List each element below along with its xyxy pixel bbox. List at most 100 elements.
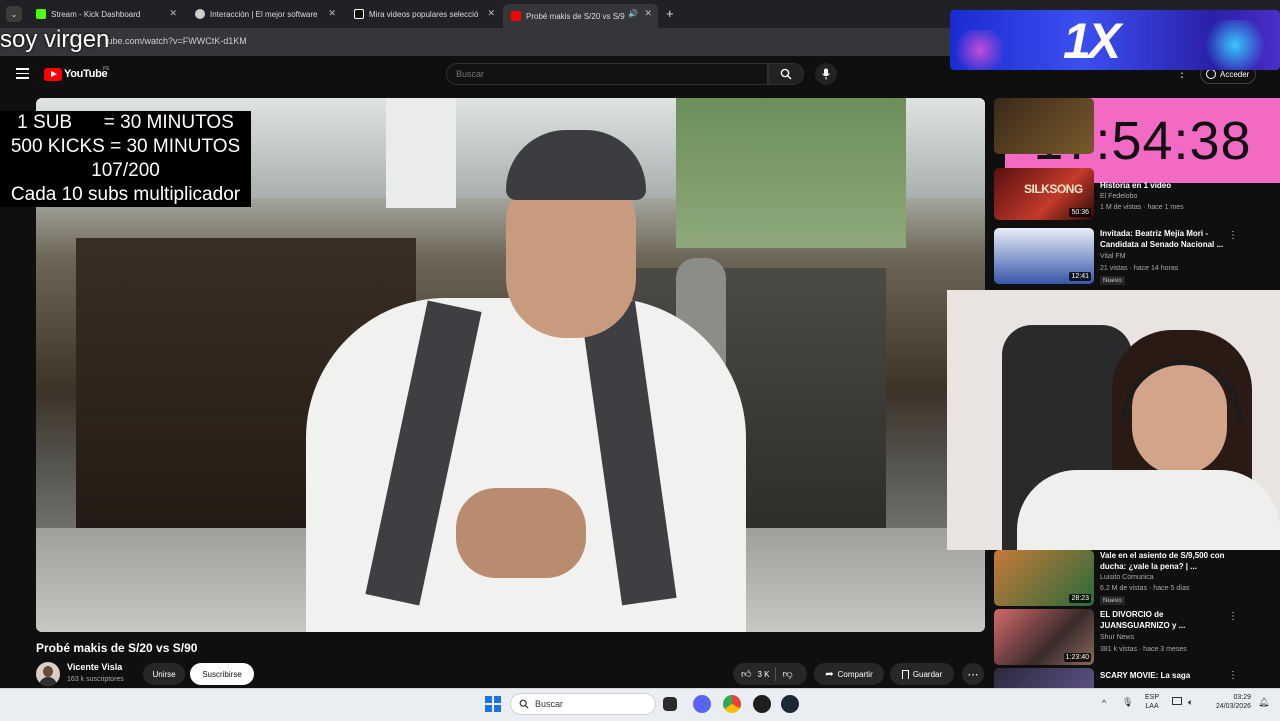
microphone-icon — [822, 68, 830, 80]
youtube-logo-icon[interactable] — [44, 68, 62, 81]
tab-label: Interacción | El mejor software — [210, 9, 318, 19]
discord-icon[interactable] — [693, 695, 711, 713]
taskbar-search[interactable]: Buscar — [510, 693, 656, 715]
tab-label: Probé makis de S/20 vs S/9 — [526, 11, 625, 21]
taskbar-search-label: Buscar — [535, 699, 564, 709]
close-tab-icon[interactable]: ✕ — [487, 8, 495, 19]
close-tab-icon[interactable]: ✕ — [328, 8, 336, 19]
tab-kick-dashboard[interactable]: Stream - Kick Dashboard ✕ — [28, 4, 183, 24]
lang-line: ESP — [1145, 694, 1160, 701]
more-options-icon[interactable]: ⋮ — [1228, 611, 1238, 622]
notification-icon[interactable]: 🔔︎ — [1258, 697, 1269, 708]
search-icon — [780, 68, 792, 80]
recommendation-channel[interactable]: Luisito Comunica — [1100, 574, 1154, 581]
recommendation-item[interactable]: 28:23 Vale en el asiento de S/9,500 con … — [994, 550, 1280, 608]
close-tab-icon[interactable]: ✕ — [169, 8, 177, 19]
taskbar-clock[interactable]: 03:29 24/03/2026 — [1205, 693, 1251, 711]
recommendation-meta: 21 vistas · hace 14 horas — [1100, 265, 1179, 272]
windows-start-icon[interactable] — [485, 696, 501, 712]
subscribe-button[interactable]: Suscribirse — [190, 663, 254, 685]
recommendation-title[interactable]: SCARY MOVIE: La saga — [1100, 670, 1228, 681]
new-badge: Nuevo — [1100, 596, 1125, 605]
recommendation-meta: 381 k vistas · hace 3 meses — [1100, 646, 1187, 653]
overlay-top-text: soy virgen — [0, 26, 110, 53]
recommendation-channel[interactable]: Vital FM — [1100, 253, 1126, 260]
url-text[interactable]: tube.com/watch?v=FWWCtK-d1KM — [105, 36, 247, 46]
recommendation-item[interactable]: 1:23:40 EL DIVORCIO de JUANSGUARNIZO y .… — [994, 609, 1280, 667]
more-actions-button[interactable]: ⋯ — [962, 663, 984, 685]
save-button[interactable]: Guardar — [890, 663, 954, 685]
recommendation-title[interactable]: EL DIVORCIO de JUANSGUARNIZO y ... — [1100, 609, 1228, 631]
speaker-icon[interactable]: 🔊 — [628, 9, 638, 18]
channel-avatar[interactable] — [36, 662, 60, 686]
task-view-icon[interactable] — [663, 697, 677, 711]
video-column — [386, 98, 456, 208]
join-button[interactable]: Unirse — [143, 663, 185, 685]
share-button[interactable]: ➦ Compartir — [814, 663, 884, 685]
recommendation-item[interactable]: 12:41 Invitada: Beatriz Mejía Mori - Can… — [994, 228, 1280, 286]
video-thumbnail[interactable] — [994, 98, 1094, 154]
like-dislike-group[interactable]: 👍︎ 3 K 👎︎ — [733, 663, 807, 685]
recommendation-item[interactable] — [994, 98, 1280, 156]
youtube-icon — [511, 11, 521, 21]
recommendation-item[interactable]: SILKSONG 50:36 Historia en 1 video El Fe… — [994, 168, 1280, 226]
webcam-overlay — [947, 290, 1280, 550]
like-icon[interactable]: 👍︎ — [741, 668, 751, 680]
recommendation-title[interactable]: Vale en el asiento de S/9,500 con ducha:… — [1100, 550, 1228, 572]
recommendation-meta: 1 M de vistas · hace 1 mes — [1100, 204, 1184, 211]
steam-icon[interactable] — [781, 695, 799, 713]
chrome-icon[interactable] — [723, 695, 741, 713]
network-icon[interactable] — [1172, 697, 1182, 705]
more-horizontal-icon: ⋯ — [967, 668, 979, 681]
save-label: Guardar — [912, 669, 943, 679]
signin-label: Acceder — [1220, 69, 1250, 79]
close-tab-icon[interactable]: ✕ — [644, 8, 652, 19]
video-thumbnail[interactable]: 28:23 — [994, 550, 1094, 606]
new-tab-button[interactable]: + — [666, 6, 674, 21]
recommendation-title[interactable]: Invitada: Beatriz Mejía Mori - Candidata… — [1100, 228, 1228, 250]
tray-chevron-icon[interactable]: ^ — [1102, 698, 1106, 708]
search-button[interactable] — [768, 63, 804, 85]
tab-youtube-active[interactable]: Probé makis de S/20 vs S/9 🔊 ✕ — [503, 4, 658, 28]
search-input[interactable] — [446, 63, 768, 85]
new-badge: Nuevo — [1100, 276, 1125, 285]
dislike-icon[interactable]: 👎︎ — [782, 668, 792, 680]
voice-search-button[interactable] — [815, 63, 837, 85]
recommendation-channel[interactable]: Shur News — [1100, 634, 1134, 641]
account-icon — [1206, 69, 1216, 79]
lang-line: LAA — [1145, 703, 1159, 710]
youtube-logo-text[interactable]: YouTube — [64, 68, 108, 80]
recommendation-channel[interactable]: El Fedelobo — [1100, 193, 1137, 200]
video-title: Probé makis de S/20 vs S/90 — [36, 641, 198, 655]
recommendation-meta: 6.2 M de vistas · hace 5 días — [1100, 585, 1190, 592]
tab-interaccion[interactable]: Interacción | El mejor software ✕ — [187, 4, 342, 24]
video-thumbnail[interactable]: SILKSONG 50:36 — [994, 168, 1094, 220]
tray-mic-icon[interactable]: 🎙︎ — [1122, 697, 1133, 708]
video-thumbnail[interactable]: 12:41 — [994, 228, 1094, 284]
tab-list-button[interactable]: ⌄ — [6, 6, 22, 22]
country-code: PE — [103, 66, 110, 72]
share-label: Compartir — [837, 669, 873, 679]
video-thumbnail[interactable]: 1:23:40 — [994, 609, 1094, 665]
video-duration: 12:41 — [1069, 272, 1091, 281]
more-options-icon[interactable]: ⋮ — [1228, 230, 1238, 241]
goal-progress: 107/200 — [91, 160, 160, 181]
more-options-icon[interactable]: ⋮ — [1228, 670, 1238, 681]
input-language[interactable]: ESP LAA — [1145, 693, 1159, 711]
stream-goal-panel: 1 SUB = 30 MINUTOS 500 KICKS = 30 MINUTO… — [0, 111, 251, 207]
tab-label: Mira videos populares selecció — [369, 9, 479, 19]
channel-name[interactable]: Vicente Visla — [67, 662, 122, 672]
video-thumbnail[interactable] — [994, 668, 1094, 688]
obs-icon[interactable] — [753, 695, 771, 713]
recommendation-title[interactable]: Historia en 1 video — [1100, 180, 1228, 191]
video-duration: 28:23 — [1069, 594, 1091, 603]
tab-label: Stream - Kick Dashboard — [51, 9, 141, 19]
tab-tiktok[interactable]: Mira videos populares selecció ✕ — [346, 4, 501, 24]
goal-line: Cada 10 subs multiplicador — [10, 184, 241, 205]
like-count: 3 K — [757, 669, 770, 679]
volume-icon[interactable]: 🔈︎ — [1188, 697, 1193, 708]
recommendation-item[interactable]: SCARY MOVIE: La saga ⋮ — [994, 668, 1280, 688]
menu-icon[interactable] — [16, 68, 29, 79]
subscriber-count: 163 k suscriptores — [67, 676, 124, 683]
share-icon: ➦ — [825, 668, 834, 680]
